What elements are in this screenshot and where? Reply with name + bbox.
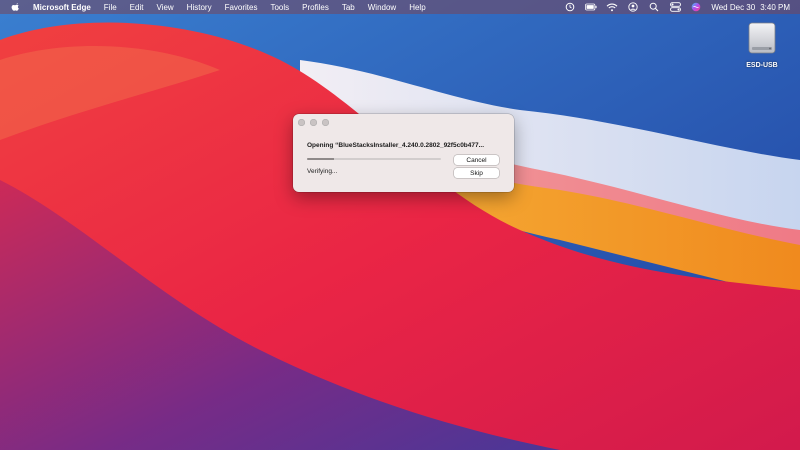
menu-date: Wed Dec 30 — [711, 2, 756, 12]
progress-bar — [307, 158, 441, 160]
desktop-drive[interactable]: ESD-USB — [738, 22, 786, 69]
dialog-status: Verifying... — [307, 168, 338, 175]
menu-bar: Microsoft Edge File Edit View History Fa… — [0, 0, 800, 14]
menu-window[interactable]: Window — [368, 3, 396, 12]
menu-view[interactable]: View — [156, 3, 173, 12]
close-button[interactable] — [298, 119, 305, 126]
external-drive-icon — [747, 22, 777, 59]
menu-app-name[interactable]: Microsoft Edge — [33, 3, 91, 12]
menu-clock[interactable]: Wed Dec 30 3:40 PM — [711, 3, 790, 12]
opening-dialog: Opening “BlueStacksInstaller_4.240.0.280… — [293, 114, 514, 192]
menu-history[interactable]: History — [187, 3, 212, 12]
wallpaper — [0, 0, 800, 450]
cancel-button[interactable]: Cancel — [454, 155, 499, 165]
apple-logo-icon[interactable] — [11, 1, 21, 13]
zoom-button[interactable] — [322, 119, 329, 126]
menu-help[interactable]: Help — [409, 3, 425, 12]
siri-icon[interactable] — [690, 2, 702, 12]
dialog-title: Opening “BlueStacksInstaller_4.240.0.280… — [307, 142, 485, 149]
menu-time: 3:40 PM — [760, 2, 790, 12]
control-center-icon[interactable] — [669, 2, 681, 12]
skip-button[interactable]: Skip — [454, 168, 499, 178]
spotlight-icon[interactable] — [648, 2, 660, 12]
window-controls — [298, 119, 334, 126]
minimize-button[interactable] — [310, 119, 317, 126]
menu-file[interactable]: File — [104, 3, 117, 12]
drive-label: ESD-USB — [746, 62, 778, 69]
menu-edit[interactable]: Edit — [130, 3, 144, 12]
wifi-icon[interactable] — [606, 2, 618, 12]
battery-icon[interactable] — [585, 2, 597, 12]
menu-tools[interactable]: Tools — [270, 3, 289, 12]
menu-tab[interactable]: Tab — [342, 3, 355, 12]
time-machine-icon[interactable] — [564, 2, 576, 12]
progress-fill — [307, 158, 334, 160]
menu-profiles[interactable]: Profiles — [302, 3, 329, 12]
desktop: Microsoft Edge File Edit View History Fa… — [0, 0, 800, 450]
menu-favorites[interactable]: Favorites — [225, 3, 258, 12]
user-icon[interactable] — [627, 2, 639, 12]
